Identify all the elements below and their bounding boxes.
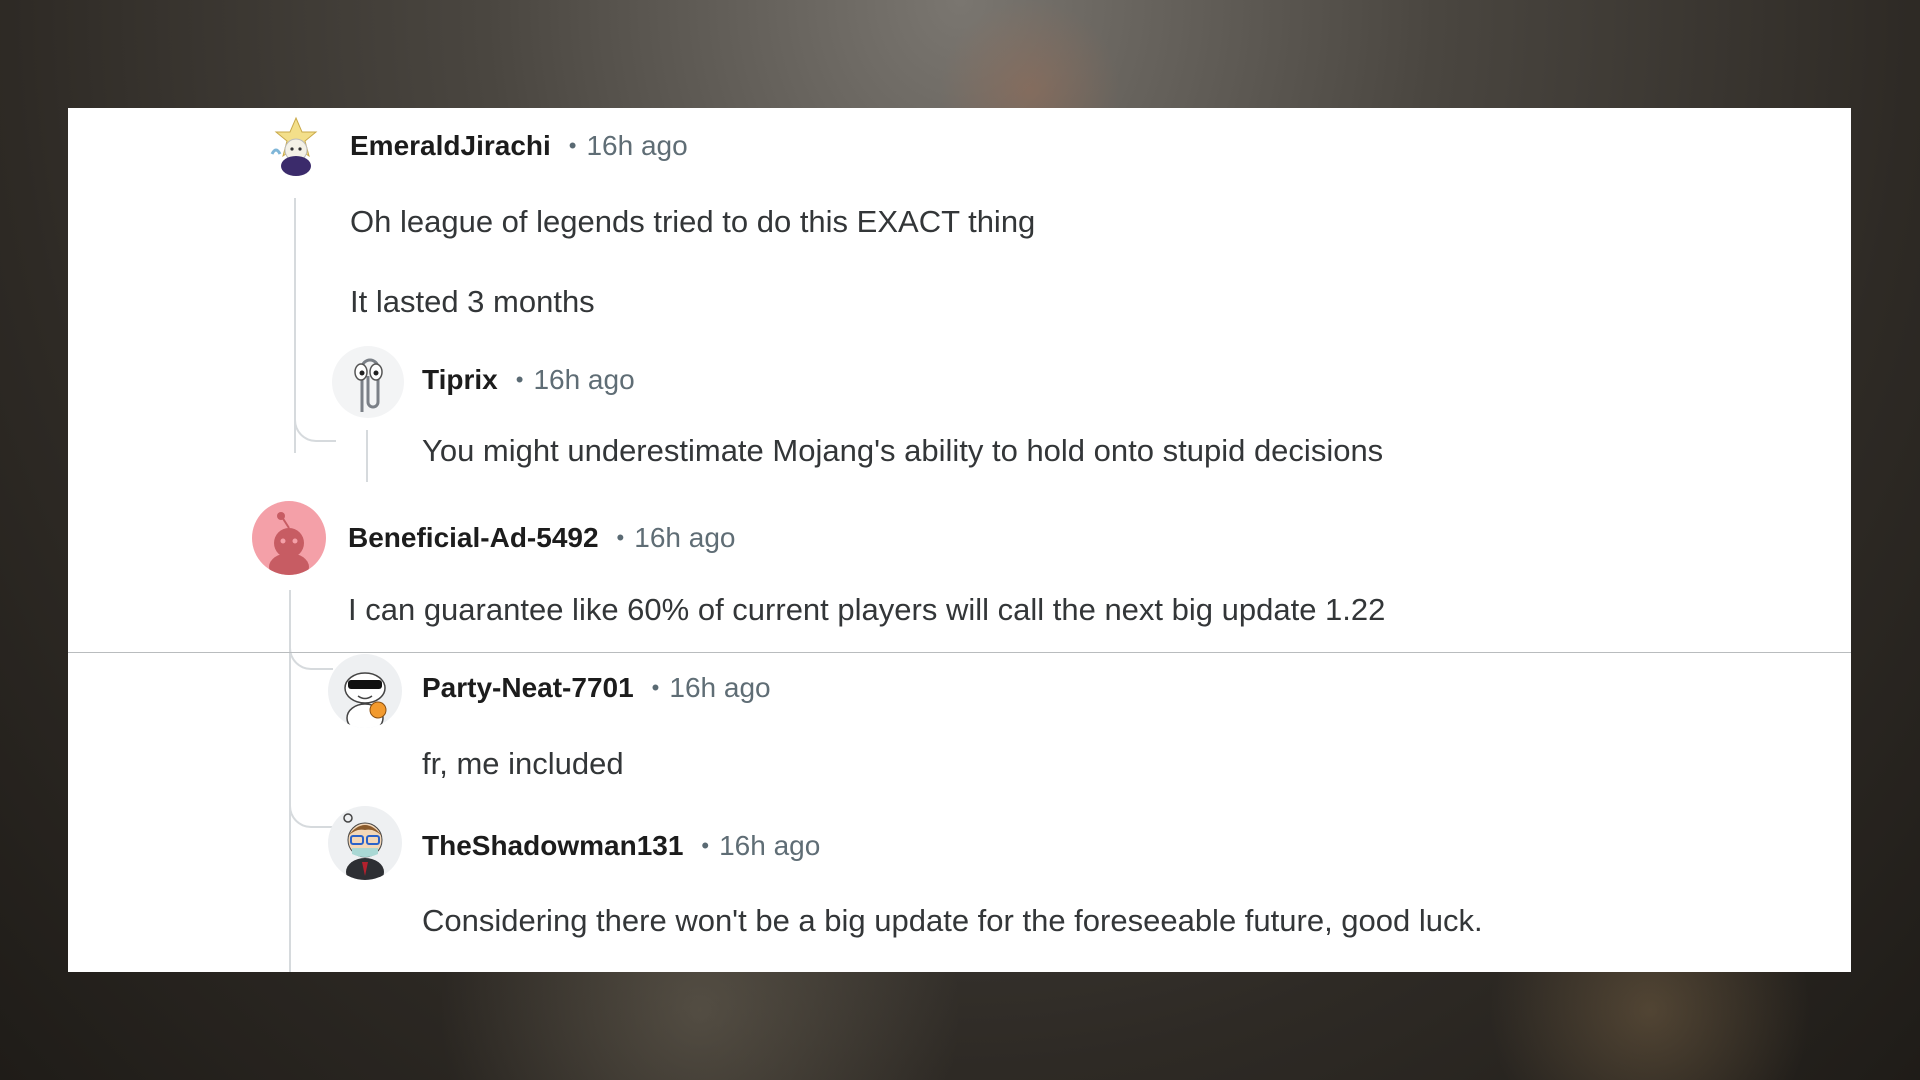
paperclip-avatar-icon[interactable]: [332, 346, 404, 418]
timestamp[interactable]: 16h ago: [533, 364, 634, 396]
timestamp[interactable]: 16h ago: [719, 830, 820, 862]
masked-snoo-avatar-icon[interactable]: [328, 806, 402, 880]
timestamp[interactable]: 16h ago: [634, 522, 735, 554]
timestamp[interactable]: 16h ago: [586, 130, 687, 162]
comment-text: Considering there won't be a big update …: [422, 903, 1483, 938]
comment-text: I can guarantee like 60% of current play…: [348, 592, 1386, 627]
timestamp[interactable]: 16h ago: [669, 672, 770, 704]
comment-meta: Beneficial-Ad-5492 • 16h ago: [348, 522, 735, 554]
comment-text: Oh league of legends tried to do this EX…: [350, 204, 1036, 239]
sunglasses-snoo-avatar-icon[interactable]: [328, 654, 402, 728]
jirachi-avatar-icon[interactable]: [264, 114, 328, 178]
username[interactable]: Tiprix: [422, 364, 498, 396]
username[interactable]: TheShadowman131: [422, 830, 683, 862]
thread-connector: [289, 798, 333, 828]
comment-meta: Tiprix • 16h ago: [422, 364, 635, 396]
username[interactable]: Beneficial-Ad-5492: [348, 522, 599, 554]
comment-text: You might underestimate Mojang's ability…: [422, 433, 1384, 468]
thread-line[interactable]: [294, 198, 296, 453]
comment-text: It lasted 3 months: [350, 284, 595, 319]
separator-dot: •: [515, 367, 524, 392]
thread-line[interactable]: [366, 430, 368, 482]
thread-connector: [294, 418, 336, 442]
comment-thread-card: EmeraldJirachi • 16h ago Oh league of le…: [68, 108, 1851, 972]
default-snoo-avatar-icon[interactable]: [252, 501, 326, 575]
separator-dot: •: [701, 833, 710, 858]
separator-dot: •: [616, 525, 625, 550]
separator-dot: •: [568, 133, 577, 158]
separator-dot: •: [651, 675, 660, 700]
comment-meta: TheShadowman131 • 16h ago: [422, 830, 820, 862]
comment-meta: Party-Neat-7701 • 16h ago: [422, 672, 771, 704]
comment-meta: EmeraldJirachi • 16h ago: [350, 130, 688, 162]
comment-text: fr, me included: [422, 746, 624, 781]
username[interactable]: Party-Neat-7701: [422, 672, 634, 704]
username[interactable]: EmeraldJirachi: [350, 130, 551, 162]
divider: [68, 652, 1851, 653]
